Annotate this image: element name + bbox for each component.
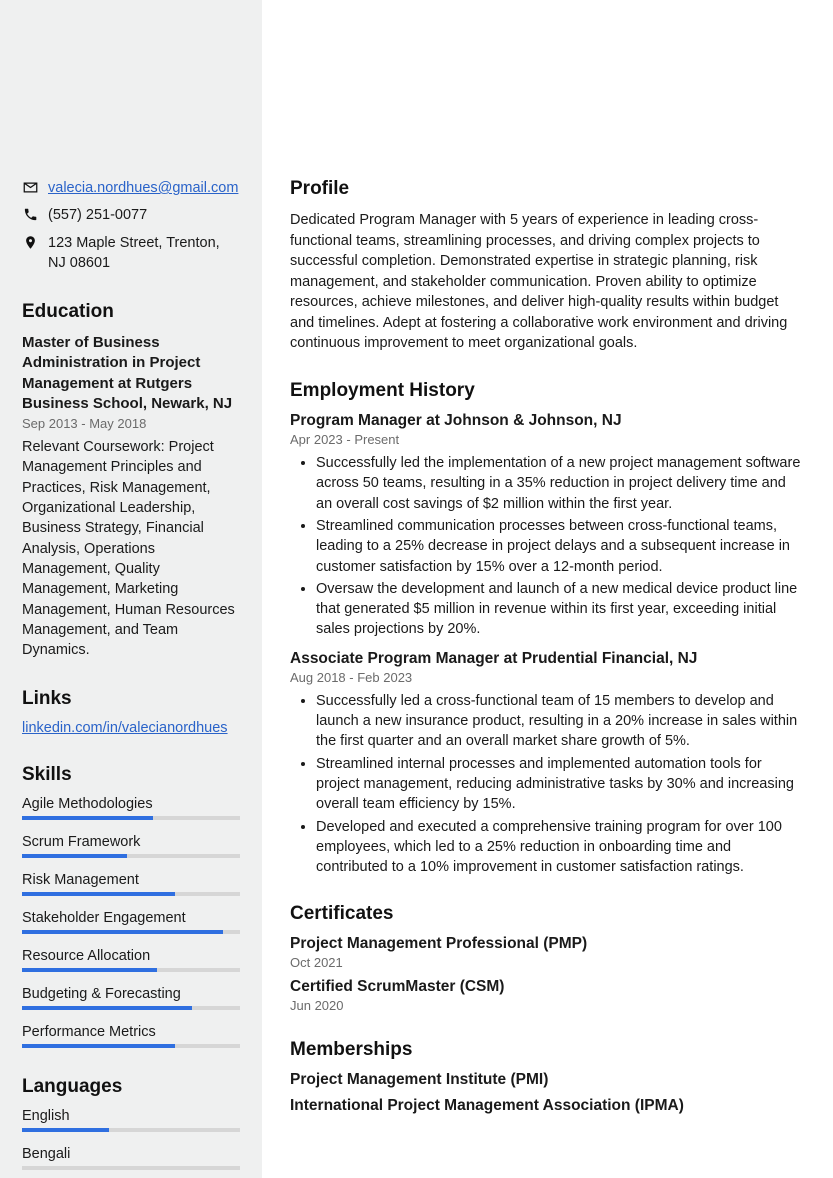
job-item: Program Manager at Johnson & Johnson, NJ… bbox=[290, 412, 801, 640]
skill-bar bbox=[22, 892, 240, 896]
job-item: Associate Program Manager at Prudential … bbox=[290, 650, 801, 878]
contact-email-row: valecia.nordhues@gmail.com bbox=[22, 178, 240, 201]
skill-bar bbox=[22, 1044, 240, 1048]
skills-list: Agile Methodologies Scrum Framework Risk… bbox=[22, 796, 240, 1048]
phone-text: (557) 251-0077 bbox=[48, 205, 147, 225]
languages-list: English Bengali bbox=[22, 1108, 240, 1170]
skill-item: Risk Management bbox=[22, 872, 240, 896]
skill-fill bbox=[22, 892, 175, 896]
skill-item: Scrum Framework bbox=[22, 834, 240, 858]
skill-bar bbox=[22, 816, 240, 820]
job-bullet: Successfully led the implementation of a… bbox=[316, 453, 801, 514]
language-name: English bbox=[22, 1108, 240, 1124]
skill-fill bbox=[22, 1044, 175, 1048]
education-heading: Education bbox=[22, 301, 240, 323]
membership-item: International Project Management Associa… bbox=[290, 1097, 801, 1115]
job-title: Program Manager at Johnson & Johnson, NJ bbox=[290, 412, 801, 430]
profile-heading: Profile bbox=[290, 178, 801, 200]
skill-bar bbox=[22, 1006, 240, 1010]
job-bullet: Developed and executed a comprehensive t… bbox=[316, 817, 801, 878]
contact-address-row: 123 Maple Street, Trenton, NJ 08601 bbox=[22, 233, 240, 274]
links-heading: Links bbox=[22, 688, 240, 710]
sidebar: valecia.nordhues@gmail.com (557) 251-007… bbox=[0, 0, 262, 1178]
education-dates: Sep 2013 - May 2018 bbox=[22, 416, 240, 431]
skill-fill bbox=[22, 968, 157, 972]
job-bullet: Successfully led a cross-functional team… bbox=[316, 691, 801, 752]
skill-bar bbox=[22, 854, 240, 858]
job-bullet: Oversaw the development and launch of a … bbox=[316, 579, 801, 640]
languages-heading: Languages bbox=[22, 1076, 240, 1098]
skill-name: Budgeting & Forecasting bbox=[22, 986, 240, 1002]
skill-bar bbox=[22, 968, 240, 972]
certificates-list: Project Management Professional (PMP) Oc… bbox=[290, 935, 801, 1013]
skill-name: Agile Methodologies bbox=[22, 796, 240, 812]
skill-fill bbox=[22, 930, 223, 934]
language-fill bbox=[22, 1128, 109, 1132]
address-text: 123 Maple Street, Trenton, NJ 08601 bbox=[48, 233, 240, 274]
skill-name: Resource Allocation bbox=[22, 948, 240, 964]
skill-item: Stakeholder Engagement bbox=[22, 910, 240, 934]
skills-heading: Skills bbox=[22, 764, 240, 786]
job-bullets: Successfully led a cross-functional team… bbox=[290, 691, 801, 878]
email-link[interactable]: valecia.nordhues@gmail.com bbox=[48, 178, 238, 198]
language-item: Bengali bbox=[22, 1146, 240, 1170]
skill-fill bbox=[22, 1006, 192, 1010]
certificate-date: Jun 2020 bbox=[290, 998, 801, 1013]
education-description: Relevant Coursework: Project Management … bbox=[22, 437, 240, 660]
certificate-title: Certified ScrumMaster (CSM) bbox=[290, 978, 801, 996]
membership-title: International Project Management Associa… bbox=[290, 1097, 801, 1115]
email-icon bbox=[22, 180, 38, 201]
skill-name: Risk Management bbox=[22, 872, 240, 888]
memberships-list: Project Management Institute (PMI) Intern… bbox=[290, 1071, 801, 1115]
linkedin-link[interactable]: linkedin.com/in/valecianordhues bbox=[22, 720, 228, 736]
job-dates: Aug 2018 - Feb 2023 bbox=[290, 670, 801, 685]
jobs-list: Program Manager at Johnson & Johnson, NJ… bbox=[290, 412, 801, 877]
skill-item: Performance Metrics bbox=[22, 1024, 240, 1048]
phone-icon bbox=[22, 207, 38, 228]
language-bar bbox=[22, 1166, 240, 1170]
skill-name: Performance Metrics bbox=[22, 1024, 240, 1040]
certificate-date: Oct 2021 bbox=[290, 955, 801, 970]
job-bullet: Streamlined internal processes and imple… bbox=[316, 754, 801, 815]
skill-fill bbox=[22, 854, 127, 858]
language-name: Bengali bbox=[22, 1146, 240, 1162]
memberships-heading: Memberships bbox=[290, 1039, 801, 1061]
job-dates: Apr 2023 - Present bbox=[290, 432, 801, 447]
skill-item: Agile Methodologies bbox=[22, 796, 240, 820]
job-bullet: Streamlined communication processes betw… bbox=[316, 516, 801, 577]
skill-item: Resource Allocation bbox=[22, 948, 240, 972]
profile-text: Dedicated Program Manager with 5 years o… bbox=[290, 210, 801, 354]
skill-fill bbox=[22, 816, 153, 820]
language-bar bbox=[22, 1128, 240, 1132]
certificate-item: Project Management Professional (PMP) Oc… bbox=[290, 935, 801, 970]
skill-bar bbox=[22, 930, 240, 934]
certificate-item: Certified ScrumMaster (CSM) Jun 2020 bbox=[290, 978, 801, 1013]
membership-item: Project Management Institute (PMI) bbox=[290, 1071, 801, 1089]
skill-name: Scrum Framework bbox=[22, 834, 240, 850]
language-item: English bbox=[22, 1108, 240, 1132]
main-content: Profile Dedicated Program Manager with 5… bbox=[262, 0, 833, 1178]
employment-heading: Employment History bbox=[290, 380, 801, 402]
job-bullets: Successfully led the implementation of a… bbox=[290, 453, 801, 640]
job-title: Associate Program Manager at Prudential … bbox=[290, 650, 801, 668]
skill-name: Stakeholder Engagement bbox=[22, 910, 240, 926]
contact-phone-row: (557) 251-0077 bbox=[22, 205, 240, 228]
certificates-heading: Certificates bbox=[290, 903, 801, 925]
location-icon bbox=[22, 235, 38, 256]
skill-item: Budgeting & Forecasting bbox=[22, 986, 240, 1010]
certificate-title: Project Management Professional (PMP) bbox=[290, 935, 801, 953]
membership-title: Project Management Institute (PMI) bbox=[290, 1071, 801, 1089]
education-degree: Master of Business Administration in Pro… bbox=[22, 333, 240, 414]
